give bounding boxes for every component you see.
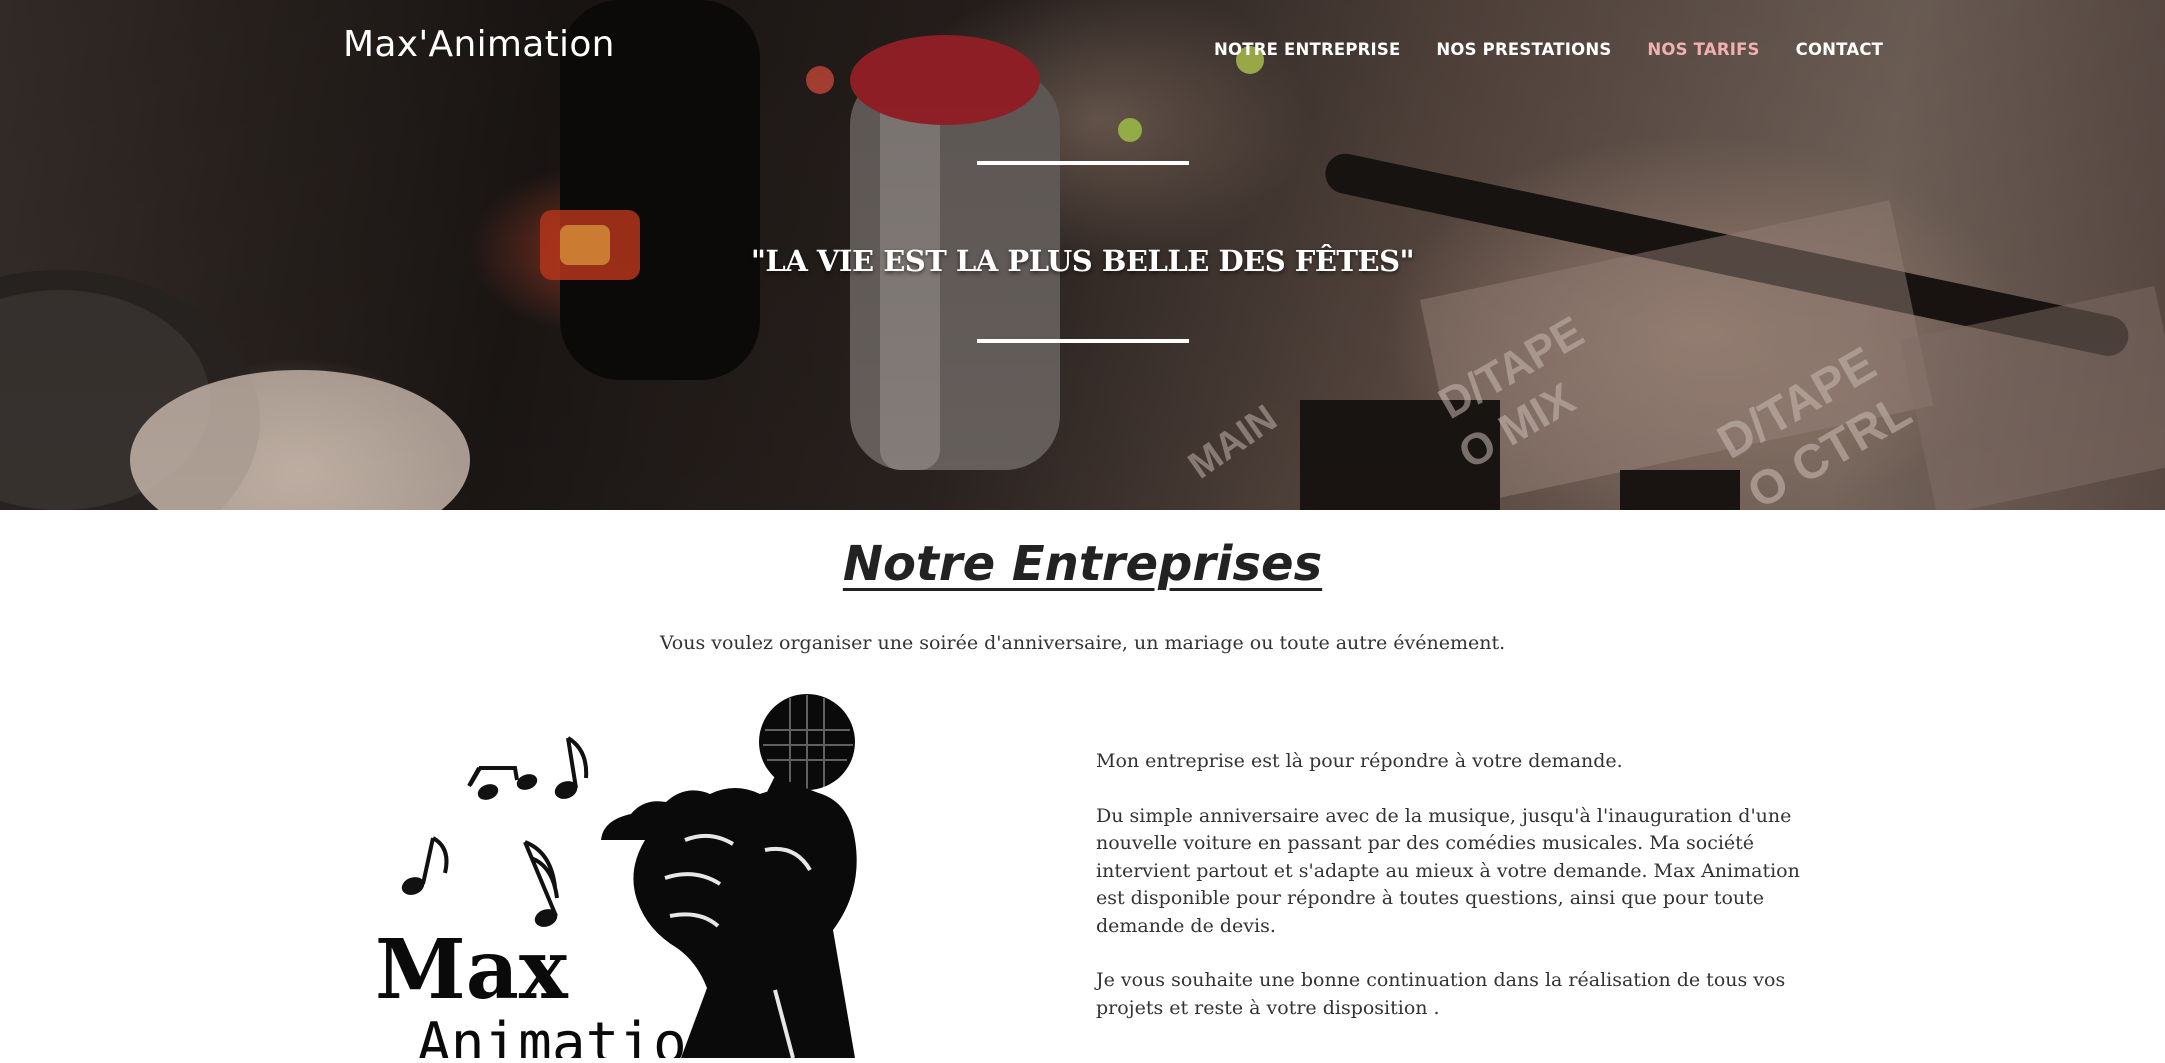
max-animation-logo: Max Animation: [345, 690, 865, 1063]
music-notes-icon: [401, 736, 589, 927]
hero-divider-top: [977, 161, 1189, 165]
nav-item-contact[interactable]: CONTACT: [1796, 40, 1883, 59]
logo-text-animation: Animation: [417, 1011, 720, 1058]
body-paragraph: Du simple anniversaire avec de la musiqu…: [1096, 804, 1800, 937]
hero-tagline: "LA VIE EST LA PLUS BELLE DES FÊTES": [750, 244, 1415, 278]
section-title: Notre Entreprises: [842, 536, 1323, 592]
brand-logo-text[interactable]: Max'Animation: [343, 24, 615, 65]
hero-divider-bottom: [977, 339, 1189, 343]
nav-item-notre-entreprise[interactable]: NOTRE ENTREPRISE: [1214, 40, 1400, 59]
body-paragraph: Je vous souhaite une bonne continuation …: [1096, 969, 1786, 1019]
body-paragraph: Mon entreprise est là pour répondre à vo…: [1096, 750, 1623, 772]
section-intro: Vous voulez organiser une soirée d'anniv…: [659, 632, 1506, 654]
nav-item-nos-prestations[interactable]: NOS PRESTATIONS: [1436, 40, 1611, 59]
logo-text-max: Max: [375, 922, 569, 1018]
nav-item-nos-tarifs[interactable]: NOS TARIFS: [1647, 40, 1759, 59]
microphone-icon: [601, 694, 857, 1059]
section-body: Mon entreprise est là pour répondre à vo…: [1096, 748, 1816, 1049]
main-nav: NOTRE ENTREPRISE NOS PRESTATIONS NOS TAR…: [1214, 40, 1919, 59]
